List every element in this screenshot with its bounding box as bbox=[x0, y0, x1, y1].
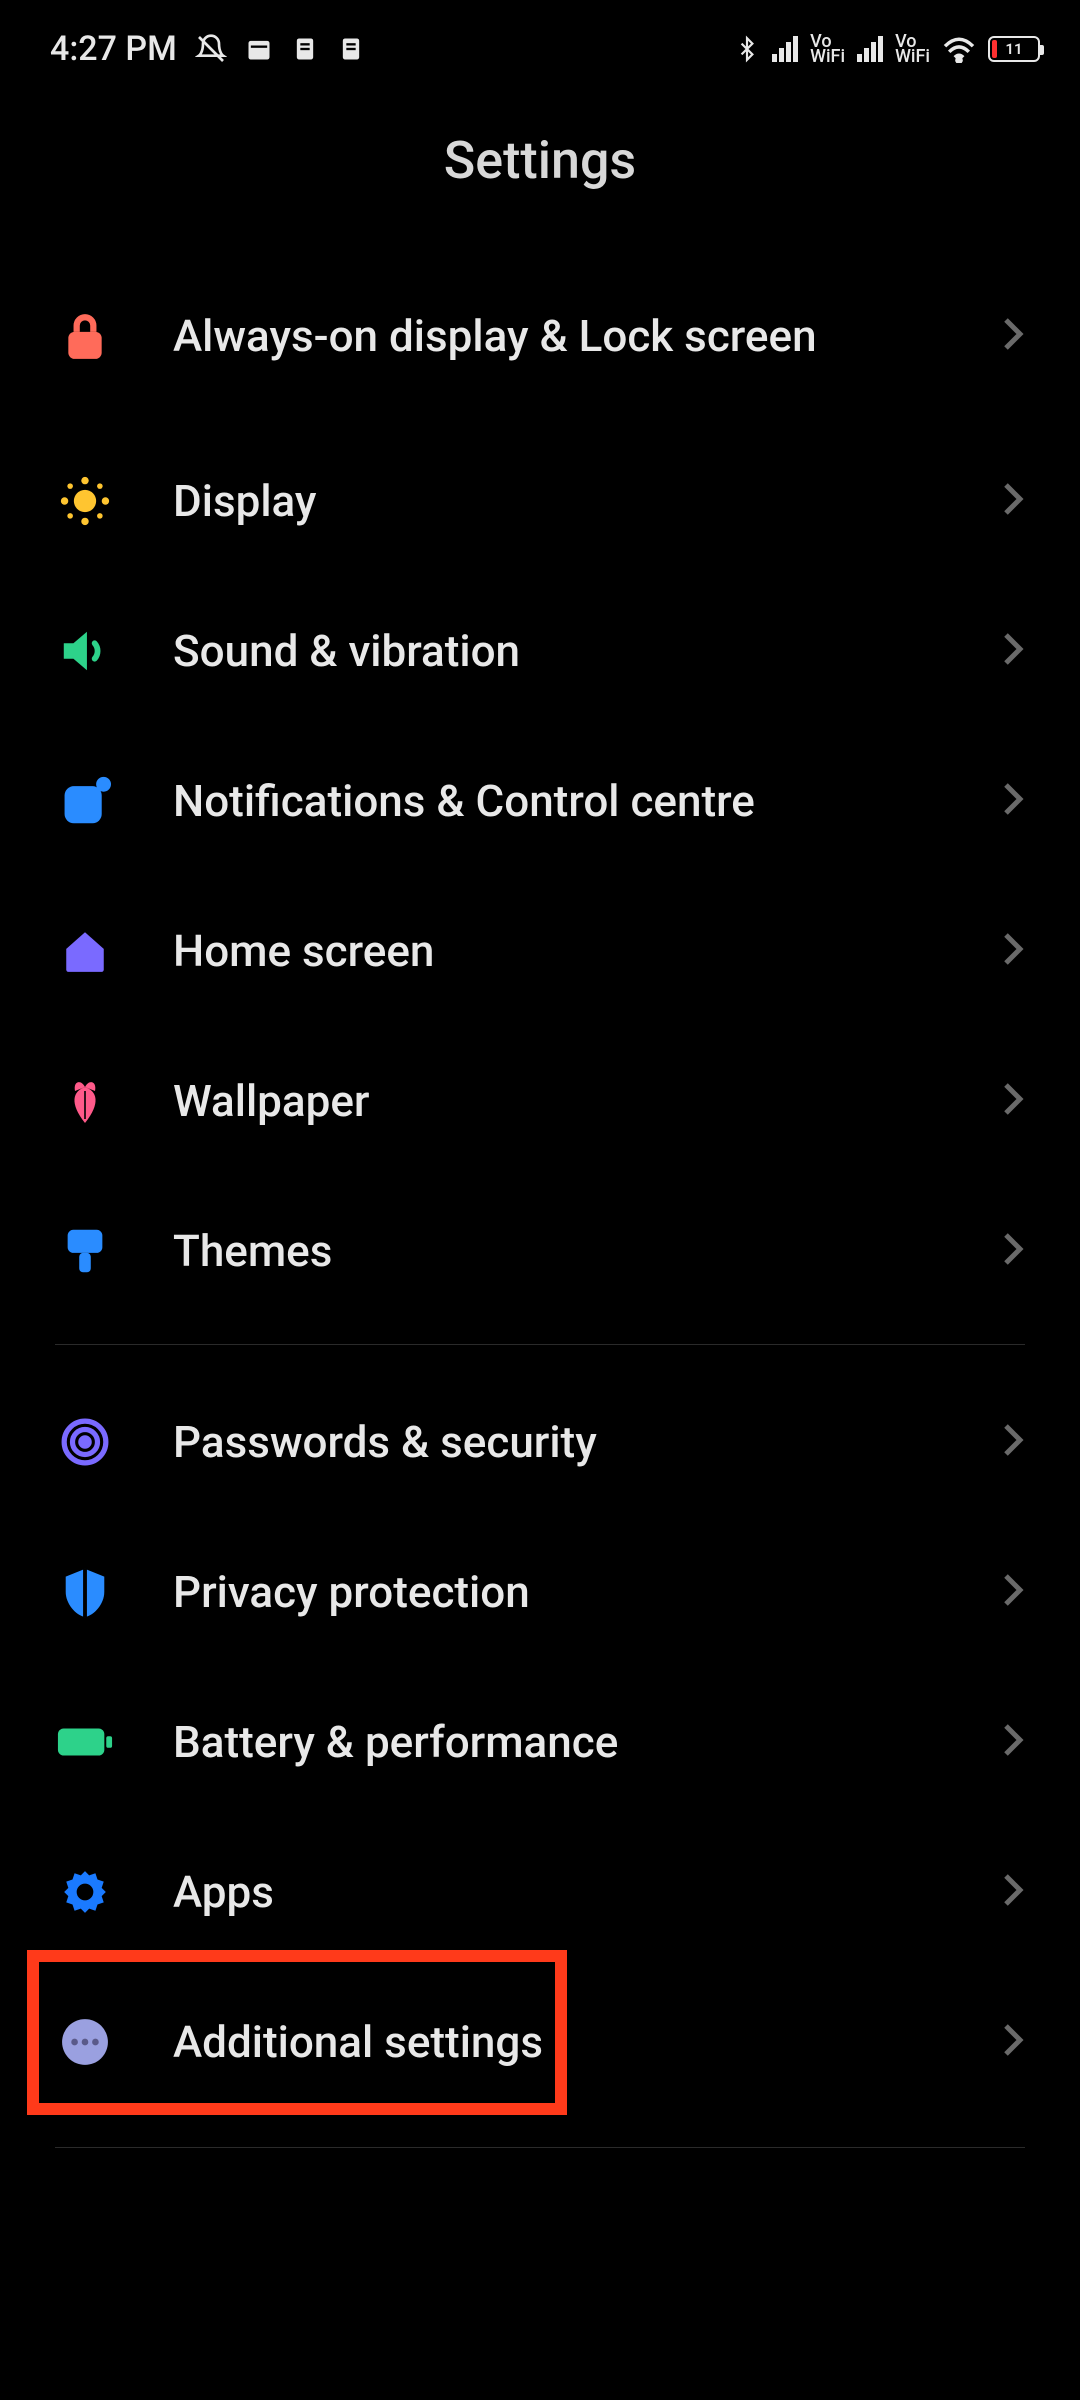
chevron-right-icon bbox=[999, 479, 1025, 523]
vowifi-label-2: Vo WiFi bbox=[895, 34, 930, 65]
battery-icon: 11 bbox=[988, 36, 1040, 62]
battery-setting-icon bbox=[55, 1724, 115, 1760]
chevron-right-icon bbox=[999, 1570, 1025, 1614]
settings-item-privacy[interactable]: Privacy protection bbox=[55, 1517, 1025, 1667]
item-label: Privacy protection bbox=[173, 1565, 941, 1620]
status-bar: 4:27 PM bbox=[0, 0, 1080, 90]
item-label: Display bbox=[173, 474, 941, 529]
vowifi-label-1: Vo WiFi bbox=[810, 34, 845, 65]
mute-icon bbox=[195, 33, 227, 65]
chevron-right-icon bbox=[999, 2020, 1025, 2064]
signal-icon-2 bbox=[857, 36, 883, 62]
flower-icon bbox=[55, 1075, 115, 1127]
item-label: Sound & vibration bbox=[173, 624, 941, 679]
section-divider bbox=[55, 2147, 1025, 2148]
doc-icon-2 bbox=[337, 35, 365, 63]
dots-icon bbox=[55, 2017, 115, 2067]
bluetooth-icon bbox=[734, 33, 760, 65]
settings-item-apps[interactable]: Apps bbox=[55, 1817, 1025, 1967]
battery-level: 11 bbox=[990, 38, 1038, 60]
calendar-icon bbox=[245, 35, 273, 63]
shield-icon bbox=[55, 1565, 115, 1619]
wifi-icon bbox=[942, 35, 976, 63]
status-right: Vo WiFi Vo WiFi 11 bbox=[734, 33, 1040, 65]
status-left: 4:27 PM bbox=[50, 29, 365, 69]
home-icon bbox=[55, 926, 115, 976]
item-label: Always-on display & Lock screen bbox=[173, 309, 941, 364]
chevron-right-icon bbox=[999, 1079, 1025, 1123]
chevron-right-icon bbox=[999, 629, 1025, 673]
settings-item-additional[interactable]: Additional settings bbox=[55, 1967, 1025, 2117]
section-divider bbox=[55, 1344, 1025, 1345]
chevron-right-icon bbox=[999, 1870, 1025, 1914]
settings-item-battery[interactable]: Battery & performance bbox=[55, 1667, 1025, 1817]
chevron-right-icon bbox=[999, 1420, 1025, 1464]
gear-icon bbox=[55, 1867, 115, 1917]
fingerprint-icon bbox=[55, 1417, 115, 1467]
notify-icon bbox=[55, 775, 115, 827]
settings-item-always-on[interactable]: Always-on display & Lock screen bbox=[55, 246, 1025, 426]
settings-list: Always-on display & Lock screen Display bbox=[0, 246, 1080, 2148]
page-title: Settings bbox=[0, 90, 1080, 246]
item-label: Additional settings bbox=[173, 2015, 941, 2070]
brush-icon bbox=[55, 1224, 115, 1278]
settings-item-themes[interactable]: Themes bbox=[55, 1176, 1025, 1326]
settings-item-home[interactable]: Home screen bbox=[55, 876, 1025, 1026]
settings-item-wallpaper[interactable]: Wallpaper bbox=[55, 1026, 1025, 1176]
item-label: Passwords & security bbox=[173, 1415, 941, 1470]
chevron-right-icon bbox=[999, 1229, 1025, 1273]
chevron-right-icon bbox=[999, 779, 1025, 823]
signal-icon-1 bbox=[772, 36, 798, 62]
doc-icon-1 bbox=[291, 35, 319, 63]
settings-item-notifications[interactable]: Notifications & Control centre bbox=[55, 726, 1025, 876]
settings-item-sound[interactable]: Sound & vibration bbox=[55, 576, 1025, 726]
item-label: Battery & performance bbox=[173, 1715, 941, 1770]
item-label: Notifications & Control centre bbox=[173, 774, 941, 829]
item-label: Wallpaper bbox=[173, 1074, 941, 1129]
settings-item-security[interactable]: Passwords & security bbox=[55, 1367, 1025, 1517]
chevron-right-icon bbox=[999, 1720, 1025, 1764]
speaker-icon bbox=[55, 626, 115, 676]
item-label: Themes bbox=[173, 1224, 941, 1279]
item-label: Apps bbox=[173, 1865, 941, 1920]
lock-icon bbox=[55, 308, 115, 364]
chevron-right-icon bbox=[999, 314, 1025, 358]
settings-item-display[interactable]: Display bbox=[55, 426, 1025, 576]
item-label: Home screen bbox=[173, 924, 941, 979]
clock-text: 4:27 PM bbox=[50, 29, 177, 69]
chevron-right-icon bbox=[999, 929, 1025, 973]
sun-icon bbox=[55, 475, 115, 527]
